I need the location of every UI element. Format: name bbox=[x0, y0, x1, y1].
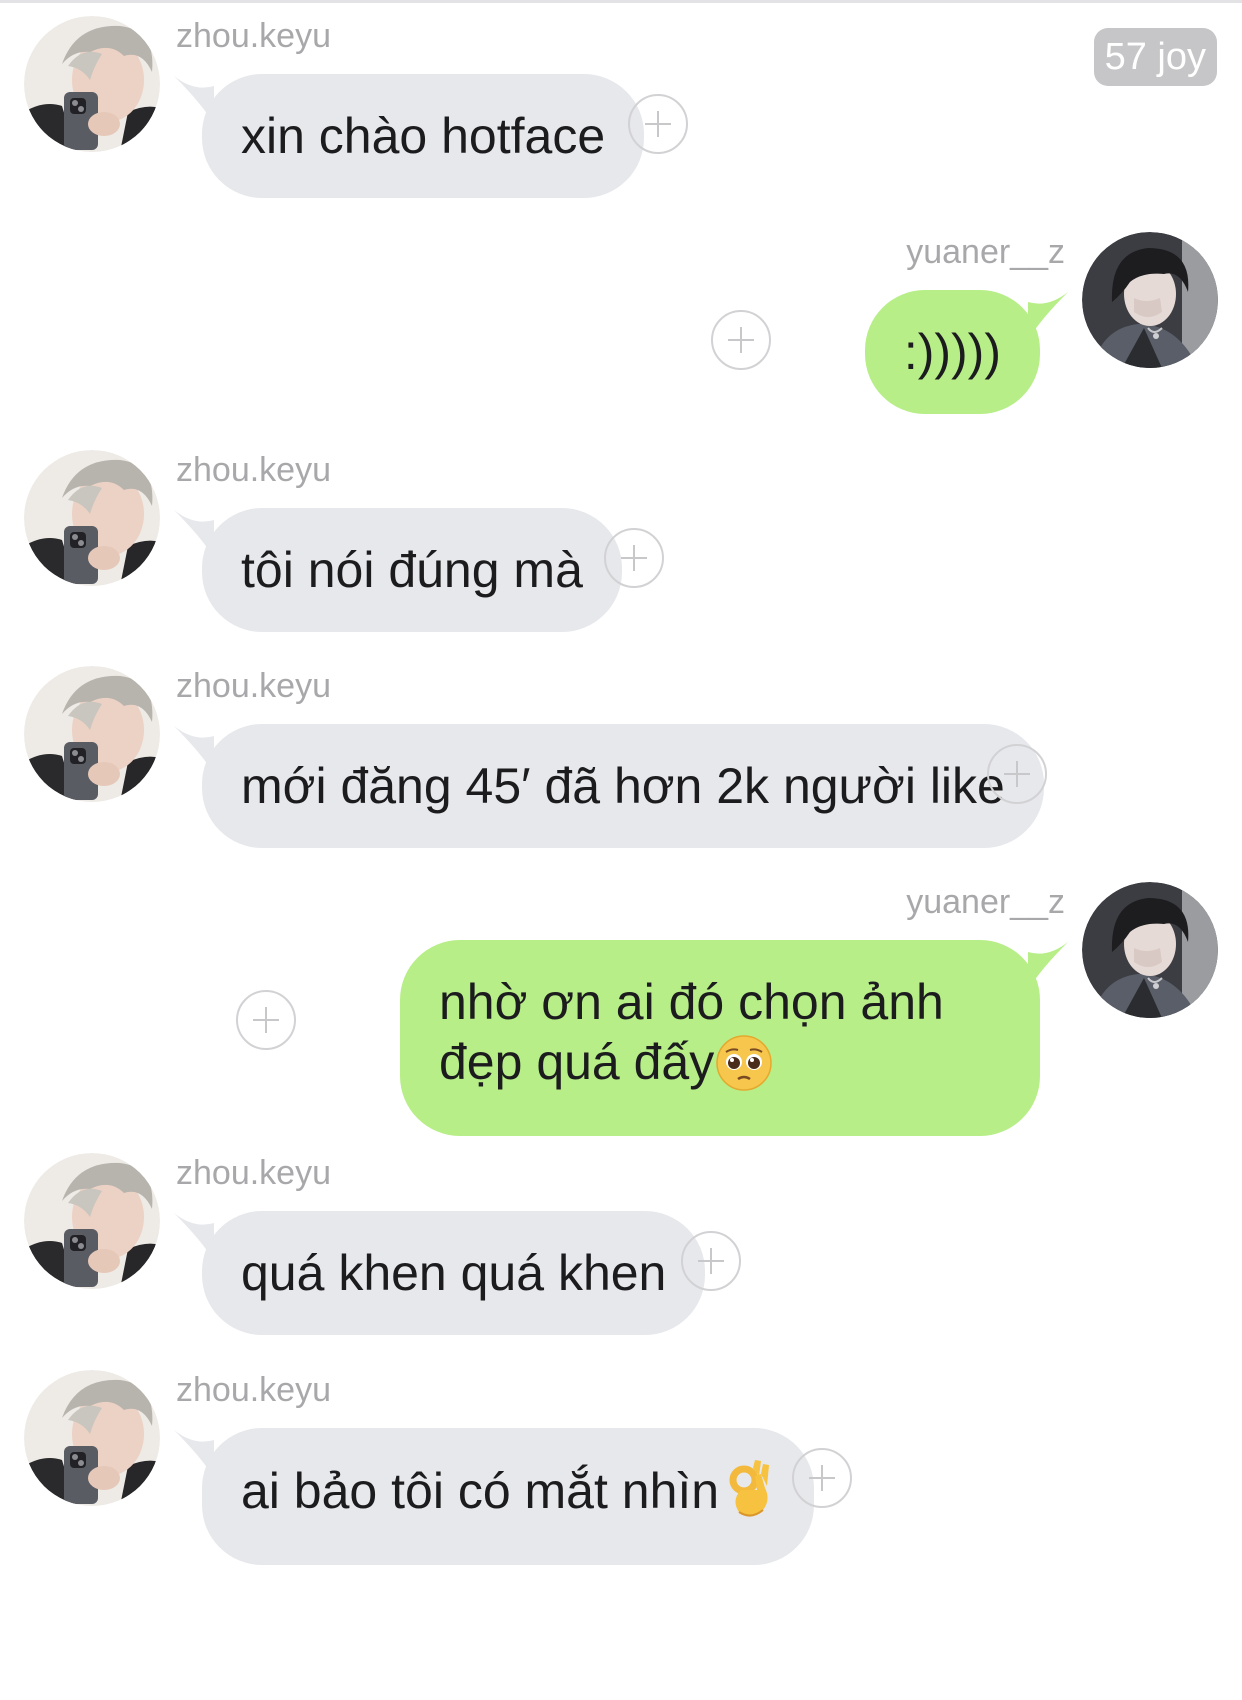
sender-name: zhou.keyu bbox=[176, 1154, 331, 1192]
add-reaction-button[interactable] bbox=[681, 1231, 741, 1291]
avatar-zhou-keyu[interactable] bbox=[24, 450, 160, 586]
avatar-yuaner-z[interactable] bbox=[1082, 882, 1218, 1018]
add-reaction-button[interactable] bbox=[604, 528, 664, 588]
message-bubble[interactable]: :))))) bbox=[864, 290, 1040, 414]
sender-name: zhou.keyu bbox=[176, 17, 331, 55]
joy-count-badge[interactable]: 57 joy bbox=[1093, 28, 1217, 86]
avatar-zhou-keyu[interactable] bbox=[24, 1153, 160, 1289]
add-reaction-button[interactable] bbox=[711, 310, 771, 370]
sender-name: yuaner__z bbox=[906, 233, 1065, 271]
message-bubble[interactable]: ai bảo tôi có mắt nhìn bbox=[202, 1428, 815, 1565]
avatar-zhou-keyu[interactable] bbox=[24, 666, 160, 802]
sender-name: zhou.keyu bbox=[176, 667, 331, 705]
add-reaction-button[interactable] bbox=[236, 990, 296, 1050]
top-divider bbox=[0, 0, 1242, 3]
message-text: ai bảo tôi có mắt nhìn bbox=[241, 1463, 720, 1519]
add-reaction-button[interactable] bbox=[987, 744, 1047, 804]
avatar-zhou-keyu[interactable] bbox=[24, 16, 160, 152]
message-bubble[interactable]: quá khen quá khen bbox=[202, 1211, 706, 1335]
message-text: nhờ ơn ai đó chọn ảnh đẹp quá đấy bbox=[439, 974, 944, 1090]
message-bubble[interactable]: xin chào hotface bbox=[202, 74, 645, 198]
message-bubble[interactable]: mới đăng 45′ đã hơn 2k người like bbox=[202, 724, 1044, 848]
message-bubble[interactable]: tôi nói đúng mà bbox=[202, 508, 622, 632]
sender-name: zhou.keyu bbox=[176, 1371, 331, 1409]
message-text: mới đăng 45′ đã hơn 2k người like bbox=[241, 758, 1005, 814]
avatar-yuaner-z[interactable] bbox=[1082, 232, 1218, 368]
sender-name: yuaner__z bbox=[906, 883, 1065, 921]
avatar-zhou-keyu[interactable] bbox=[24, 1370, 160, 1506]
sender-name: zhou.keyu bbox=[176, 451, 331, 489]
add-reaction-button[interactable] bbox=[792, 1448, 852, 1508]
message-text: :))))) bbox=[903, 324, 1001, 380]
ok-hand-emoji bbox=[721, 1460, 775, 1533]
message-bubble[interactable]: nhờ ơn ai đó chọn ảnh đẹp quá đấy bbox=[400, 940, 1040, 1136]
message-text: tôi nói đúng mà bbox=[241, 542, 583, 598]
message-text: quá khen quá khen bbox=[241, 1245, 667, 1301]
message-text: xin chào hotface bbox=[241, 108, 606, 164]
add-reaction-button[interactable] bbox=[628, 94, 688, 154]
pleading-face-emoji bbox=[716, 1034, 773, 1104]
